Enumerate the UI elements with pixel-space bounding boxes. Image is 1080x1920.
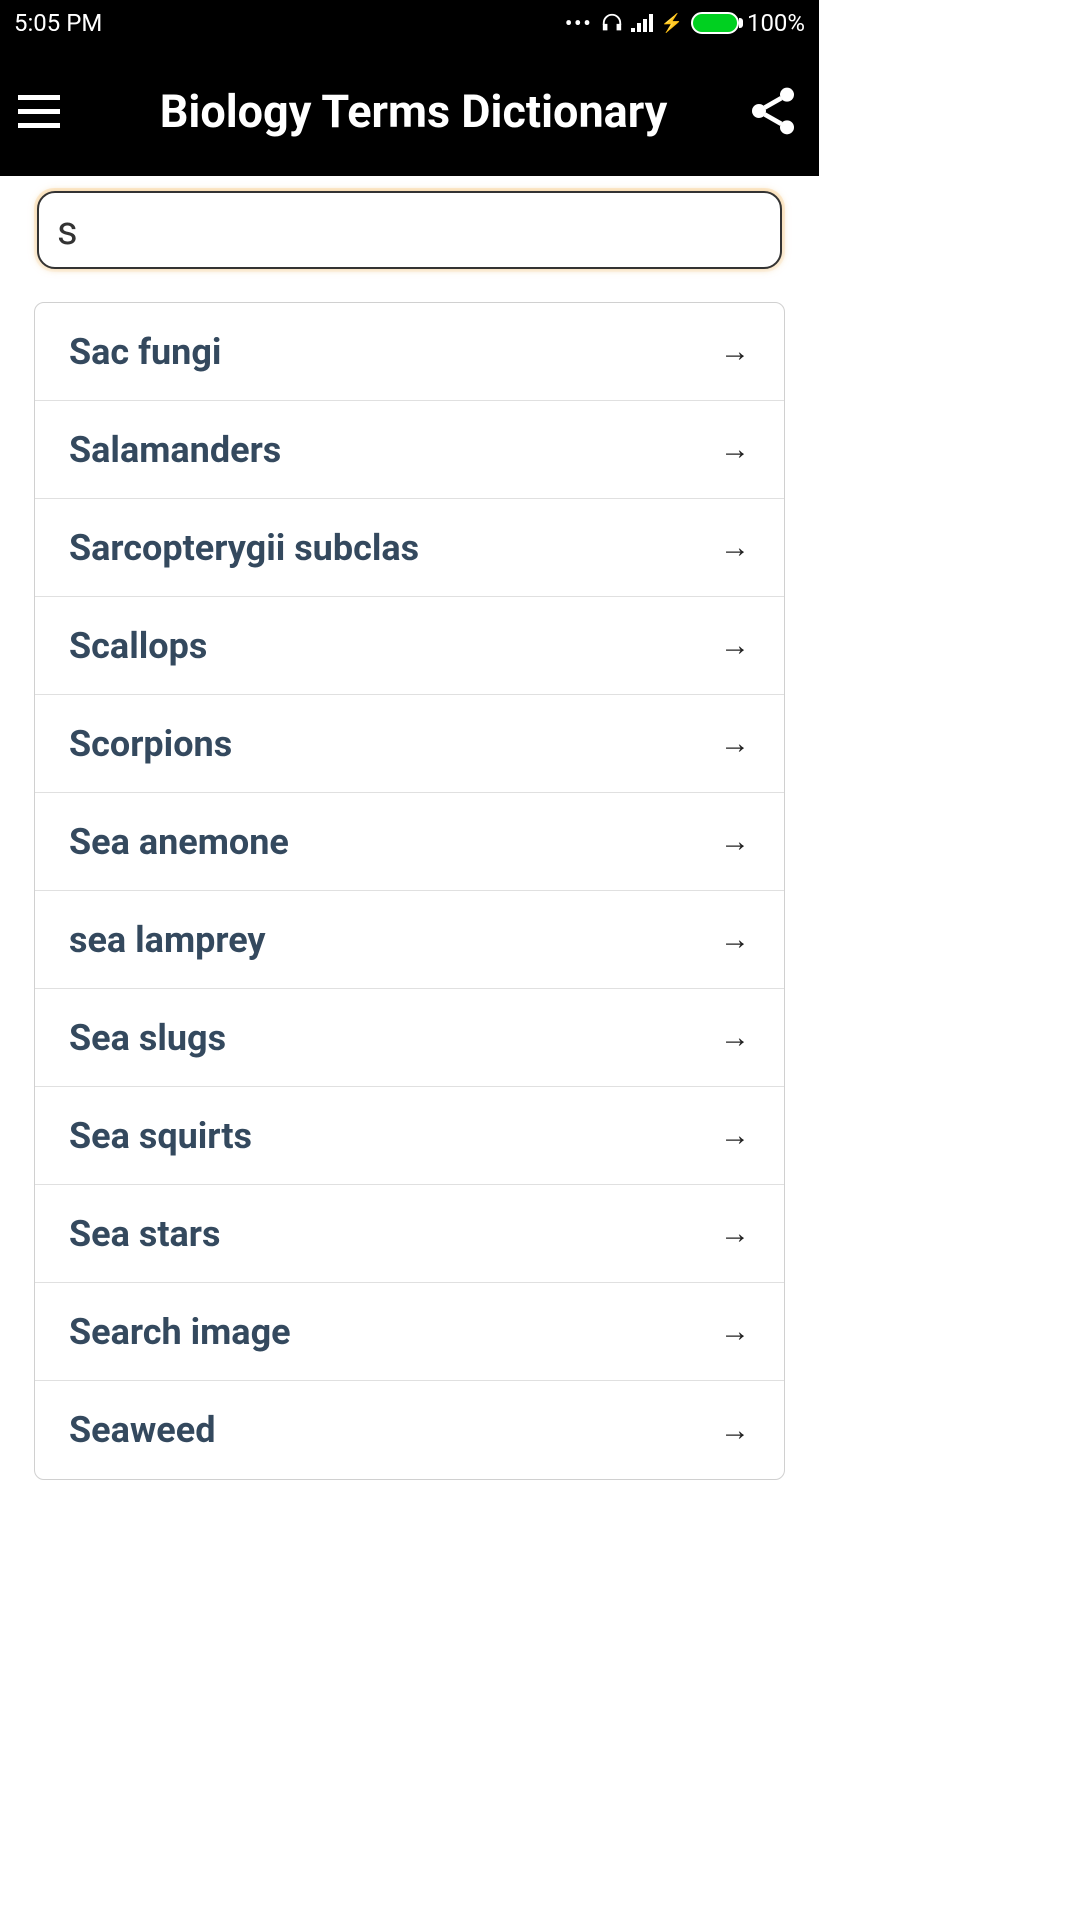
- list-item[interactable]: Scorpions →: [35, 695, 784, 793]
- list-item[interactable]: sea lamprey →: [35, 891, 784, 989]
- status-right: ••• ⚡ 100%: [565, 9, 805, 37]
- signal-icon: [631, 14, 653, 32]
- battery-icon: [691, 12, 739, 34]
- list-item-label: Scallops: [69, 625, 207, 667]
- battery-percent: 100%: [747, 9, 805, 37]
- list-item-label: Sarcopterygii subclas: [69, 527, 419, 569]
- share-icon[interactable]: [745, 83, 801, 139]
- list-item-label: Sea squirts: [69, 1115, 252, 1157]
- arrow-right-icon: →: [720, 628, 750, 663]
- list-item-label: Sea slugs: [69, 1017, 226, 1059]
- list-item-label: Search image: [69, 1311, 291, 1353]
- list-item[interactable]: Seaweed →: [35, 1381, 784, 1479]
- list-item[interactable]: Sea slugs →: [35, 989, 784, 1087]
- list-item[interactable]: Sea stars →: [35, 1185, 784, 1283]
- list-item-label: Sea stars: [69, 1213, 220, 1255]
- arrow-right-icon: →: [720, 824, 750, 859]
- terms-list: Sac fungi → Salamanders → Sarcopterygii …: [34, 302, 785, 1480]
- app-bar: Biology Terms Dictionary: [0, 46, 819, 176]
- hamburger-menu-icon[interactable]: [18, 89, 62, 133]
- list-item-label: sea lamprey: [69, 919, 266, 961]
- search-container: [0, 176, 819, 302]
- list-item[interactable]: Sea anemone →: [35, 793, 784, 891]
- status-icons: ••• ⚡: [565, 11, 739, 35]
- arrow-right-icon: →: [720, 530, 750, 565]
- list-item[interactable]: Sea squirts →: [35, 1087, 784, 1185]
- status-time: 5:05 PM: [14, 9, 102, 37]
- status-bar: 5:05 PM ••• ⚡ 100%: [0, 0, 819, 46]
- arrow-right-icon: →: [720, 922, 750, 957]
- charging-icon: ⚡: [661, 13, 683, 34]
- list-item[interactable]: Sarcopterygii subclas →: [35, 499, 784, 597]
- more-icon: •••: [565, 11, 593, 35]
- list-item-label: Seaweed: [69, 1409, 215, 1451]
- arrow-right-icon: →: [720, 1314, 750, 1349]
- arrow-right-icon: →: [720, 726, 750, 761]
- list-item[interactable]: Sac fungi →: [35, 303, 784, 401]
- arrow-right-icon: →: [720, 334, 750, 369]
- arrow-right-icon: →: [720, 1413, 750, 1448]
- list-item-label: Sea anemone: [69, 821, 289, 863]
- list-item[interactable]: Search image →: [35, 1283, 784, 1381]
- search-input[interactable]: [37, 191, 782, 269]
- arrow-right-icon: →: [720, 432, 750, 467]
- list-item[interactable]: Salamanders →: [35, 401, 784, 499]
- list-item[interactable]: Scallops →: [35, 597, 784, 695]
- arrow-right-icon: →: [720, 1020, 750, 1055]
- headphone-icon: [601, 12, 623, 34]
- arrow-right-icon: →: [720, 1216, 750, 1251]
- list-item-label: Scorpions: [69, 723, 232, 765]
- arrow-right-icon: →: [720, 1118, 750, 1153]
- list-item-label: Salamanders: [69, 429, 281, 471]
- list-item-label: Sac fungi: [69, 331, 221, 373]
- page-title: Biology Terms Dictionary: [82, 85, 745, 138]
